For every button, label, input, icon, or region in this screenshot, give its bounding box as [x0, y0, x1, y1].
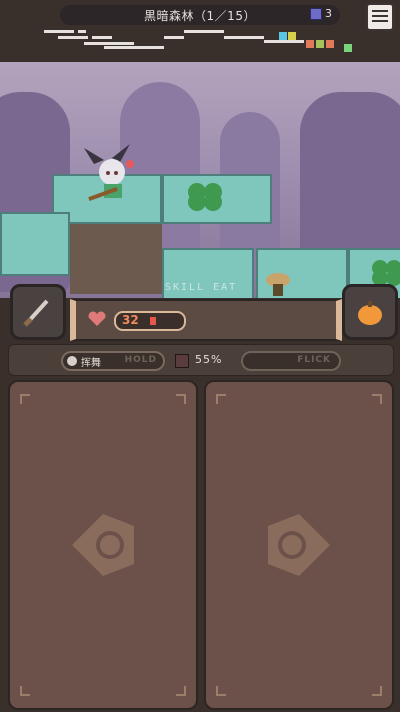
skull-counter: 3	[310, 7, 332, 20]
charge-icon	[175, 354, 189, 368]
mushroom-enemy	[266, 273, 290, 296]
move-left-pad[interactable]	[8, 380, 198, 710]
menu-button[interactable]	[366, 3, 394, 31]
hp-value: 32	[122, 313, 139, 327]
stage-minimap	[44, 30, 352, 52]
hold-action-label: 挥舞	[81, 358, 101, 369]
clover-icon	[188, 183, 222, 211]
flick-action[interactable]: FLICK	[241, 351, 341, 371]
floor-tile	[0, 212, 70, 276]
minimap-node	[344, 44, 352, 52]
skull-icon	[310, 7, 322, 20]
skull-count: 3	[325, 7, 332, 20]
stage-title-bar: 黒暗森林（1／15） 3	[60, 5, 340, 25]
minimap-node	[316, 40, 324, 48]
heart-icon	[88, 311, 106, 326]
pumpkin-item-icon	[358, 301, 382, 325]
minimap-node	[306, 40, 314, 48]
move-right-pad[interactable]	[204, 380, 394, 710]
minimap-node	[279, 32, 287, 40]
skill-label: SKILL EAT	[165, 282, 238, 293]
action-dot-icon	[67, 356, 77, 366]
weapon-button[interactable]	[10, 284, 66, 340]
hold-mode-label: HOLD	[124, 355, 157, 365]
minimap-node	[288, 32, 296, 40]
hold-action[interactable]: 挥舞 HOLD	[61, 351, 165, 371]
stage-title: 黒暗森林（1／15）	[144, 8, 256, 23]
player-character	[84, 144, 134, 202]
right-arrow-icon	[268, 514, 330, 576]
minimap-node	[326, 40, 334, 48]
game-scene[interactable]	[0, 62, 400, 298]
left-arrow-icon	[72, 514, 134, 576]
flick-mode-label: FLICK	[297, 355, 331, 365]
hp-bar: 32	[114, 311, 186, 331]
action-bar: 挥舞 HOLD 55% FLICK	[8, 344, 394, 376]
hp-fill	[150, 317, 156, 325]
hp-panel: 32	[70, 299, 342, 341]
sword-icon	[23, 299, 49, 327]
item-button[interactable]	[342, 284, 398, 340]
charge-percent: 55%	[195, 353, 223, 366]
